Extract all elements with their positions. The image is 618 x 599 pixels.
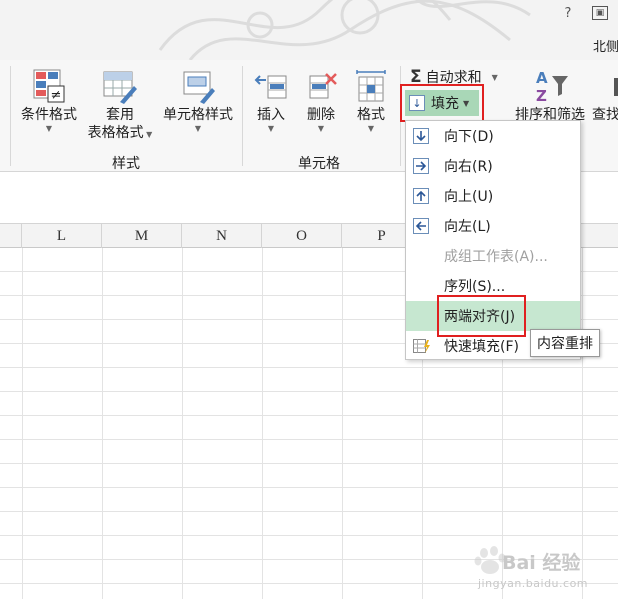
- flash-fill-icon: [413, 339, 430, 353]
- column-header-partial[interactable]: [0, 224, 22, 248]
- svg-text:≠: ≠: [51, 88, 62, 103]
- grid-row-line: [0, 535, 618, 536]
- find-icon: [614, 78, 618, 96]
- fill-label: 填充: [431, 96, 459, 112]
- grid-row-line: [0, 511, 618, 512]
- styles-group-label: 样式: [112, 156, 140, 172]
- chevron-down-icon: ▼: [463, 98, 470, 108]
- grid-column-line: [182, 248, 183, 599]
- fill-up-icon: [413, 188, 429, 204]
- conditional-format-button[interactable]: ≠ 条件格式 ▼: [16, 68, 82, 134]
- grid-row-line: [0, 463, 618, 464]
- sort-filter-icon: A Z: [536, 69, 568, 104]
- help-button[interactable]: ?: [560, 6, 576, 22]
- chevron-down-icon: ▼: [491, 72, 498, 82]
- group-separator: [10, 66, 11, 166]
- grid-column-line: [102, 248, 103, 599]
- group-separator: [242, 66, 243, 166]
- tooltip: 内容重排: [530, 329, 600, 357]
- menu-item-label: 向上(U): [444, 189, 494, 205]
- title-bar: ? ▣ 北侧: [0, 0, 618, 60]
- watermark-url: jingyan.baidu.com: [478, 577, 589, 590]
- menu-item-across-worksheets: 成组工作表(A)...: [406, 241, 580, 271]
- menu-item-label: 成组工作表(A)...: [444, 249, 548, 265]
- watermark-brand: Bai 经验: [502, 552, 581, 574]
- delete-button[interactable]: 删除 ▼: [298, 68, 344, 134]
- grid-row-line: [0, 415, 618, 416]
- menu-item-label: 向右(R): [444, 159, 493, 175]
- menu-item-fill-up[interactable]: 向上(U): [406, 181, 580, 211]
- delete-label: 删除: [307, 107, 335, 123]
- table-format-label-2: 表格格式 ▼: [87, 125, 153, 141]
- format-cells-icon: [356, 70, 386, 102]
- menu-item-label: 快速填充(F): [444, 339, 519, 355]
- column-header[interactable]: L: [22, 224, 102, 248]
- menu-item-fill-down[interactable]: 向下(D): [406, 121, 580, 151]
- grid-column-line: [342, 248, 343, 599]
- ribbon-display-options-button[interactable]: ▣: [592, 6, 608, 20]
- cell-styles-icon: [183, 71, 215, 104]
- fill-button-face: ↓ 填充 ▼: [405, 90, 479, 116]
- chevron-down-icon: ▼: [317, 124, 325, 133]
- find-button[interactable]: 查找: [592, 68, 618, 124]
- insert-cells-icon: [254, 75, 287, 99]
- format-as-table-button[interactable]: 套用 表格格式 ▼: [84, 68, 156, 144]
- fill-down-icon: [413, 128, 429, 144]
- svg-text:A: A: [536, 69, 548, 87]
- menu-item-label: 向下(D): [444, 129, 494, 145]
- svg-text:Z: Z: [536, 87, 547, 104]
- menu-item-fill-right[interactable]: 向右(R): [406, 151, 580, 181]
- chevron-down-icon: ▼: [267, 124, 275, 133]
- delete-cells-icon: [309, 73, 337, 99]
- cells-group-label: 单元格: [298, 156, 340, 172]
- insert-button[interactable]: 插入 ▼: [248, 68, 294, 134]
- table-format-icon: [103, 71, 137, 104]
- format-label: 格式: [357, 107, 385, 123]
- chevron-down-icon: ▼: [367, 124, 375, 133]
- column-header[interactable]: O: [262, 224, 342, 248]
- grid-row-line: [0, 487, 618, 488]
- table-format-label-2-text: 表格格式: [87, 125, 144, 141]
- grid-row-line: [0, 439, 618, 440]
- table-format-label-1: 套用: [106, 107, 134, 123]
- column-header[interactable]: N: [182, 224, 262, 248]
- menu-item-label: 序列(S)...: [444, 279, 506, 295]
- grid-column-line: [22, 248, 23, 599]
- cell-styles-button[interactable]: 单元格样式 ▼: [158, 68, 238, 134]
- user-name[interactable]: 北侧: [593, 36, 618, 55]
- menu-item-fill-left[interactable]: 向左(L): [406, 211, 580, 241]
- arrow-down-icon: ↓: [409, 95, 425, 111]
- sort-filter-button[interactable]: A Z 排序和筛选: [512, 68, 588, 124]
- fill-button[interactable]: ↓ 填充 ▼: [400, 84, 484, 122]
- grid-row-line: [0, 391, 618, 392]
- column-header[interactable]: M: [102, 224, 182, 248]
- grid-row-line: [0, 367, 618, 368]
- grid-column-line: [262, 248, 263, 599]
- justify-highlight-box: [437, 295, 526, 337]
- fill-left-icon: [413, 218, 429, 234]
- conditional-format-icon: ≠: [33, 69, 65, 103]
- format-button[interactable]: 格式 ▼: [348, 68, 394, 134]
- conditional-format-label: 条件格式: [21, 107, 77, 123]
- chevron-down-icon: ▼: [194, 124, 202, 133]
- decorative-swirl: [158, 0, 531, 60]
- fill-right-icon: [413, 158, 429, 174]
- menu-item-label: 向左(L): [444, 219, 491, 235]
- find-label: 查找: [592, 107, 618, 123]
- chevron-down-icon: ▼: [45, 124, 53, 133]
- cell-styles-label: 单元格样式: [163, 107, 233, 123]
- insert-label: 插入: [257, 107, 285, 123]
